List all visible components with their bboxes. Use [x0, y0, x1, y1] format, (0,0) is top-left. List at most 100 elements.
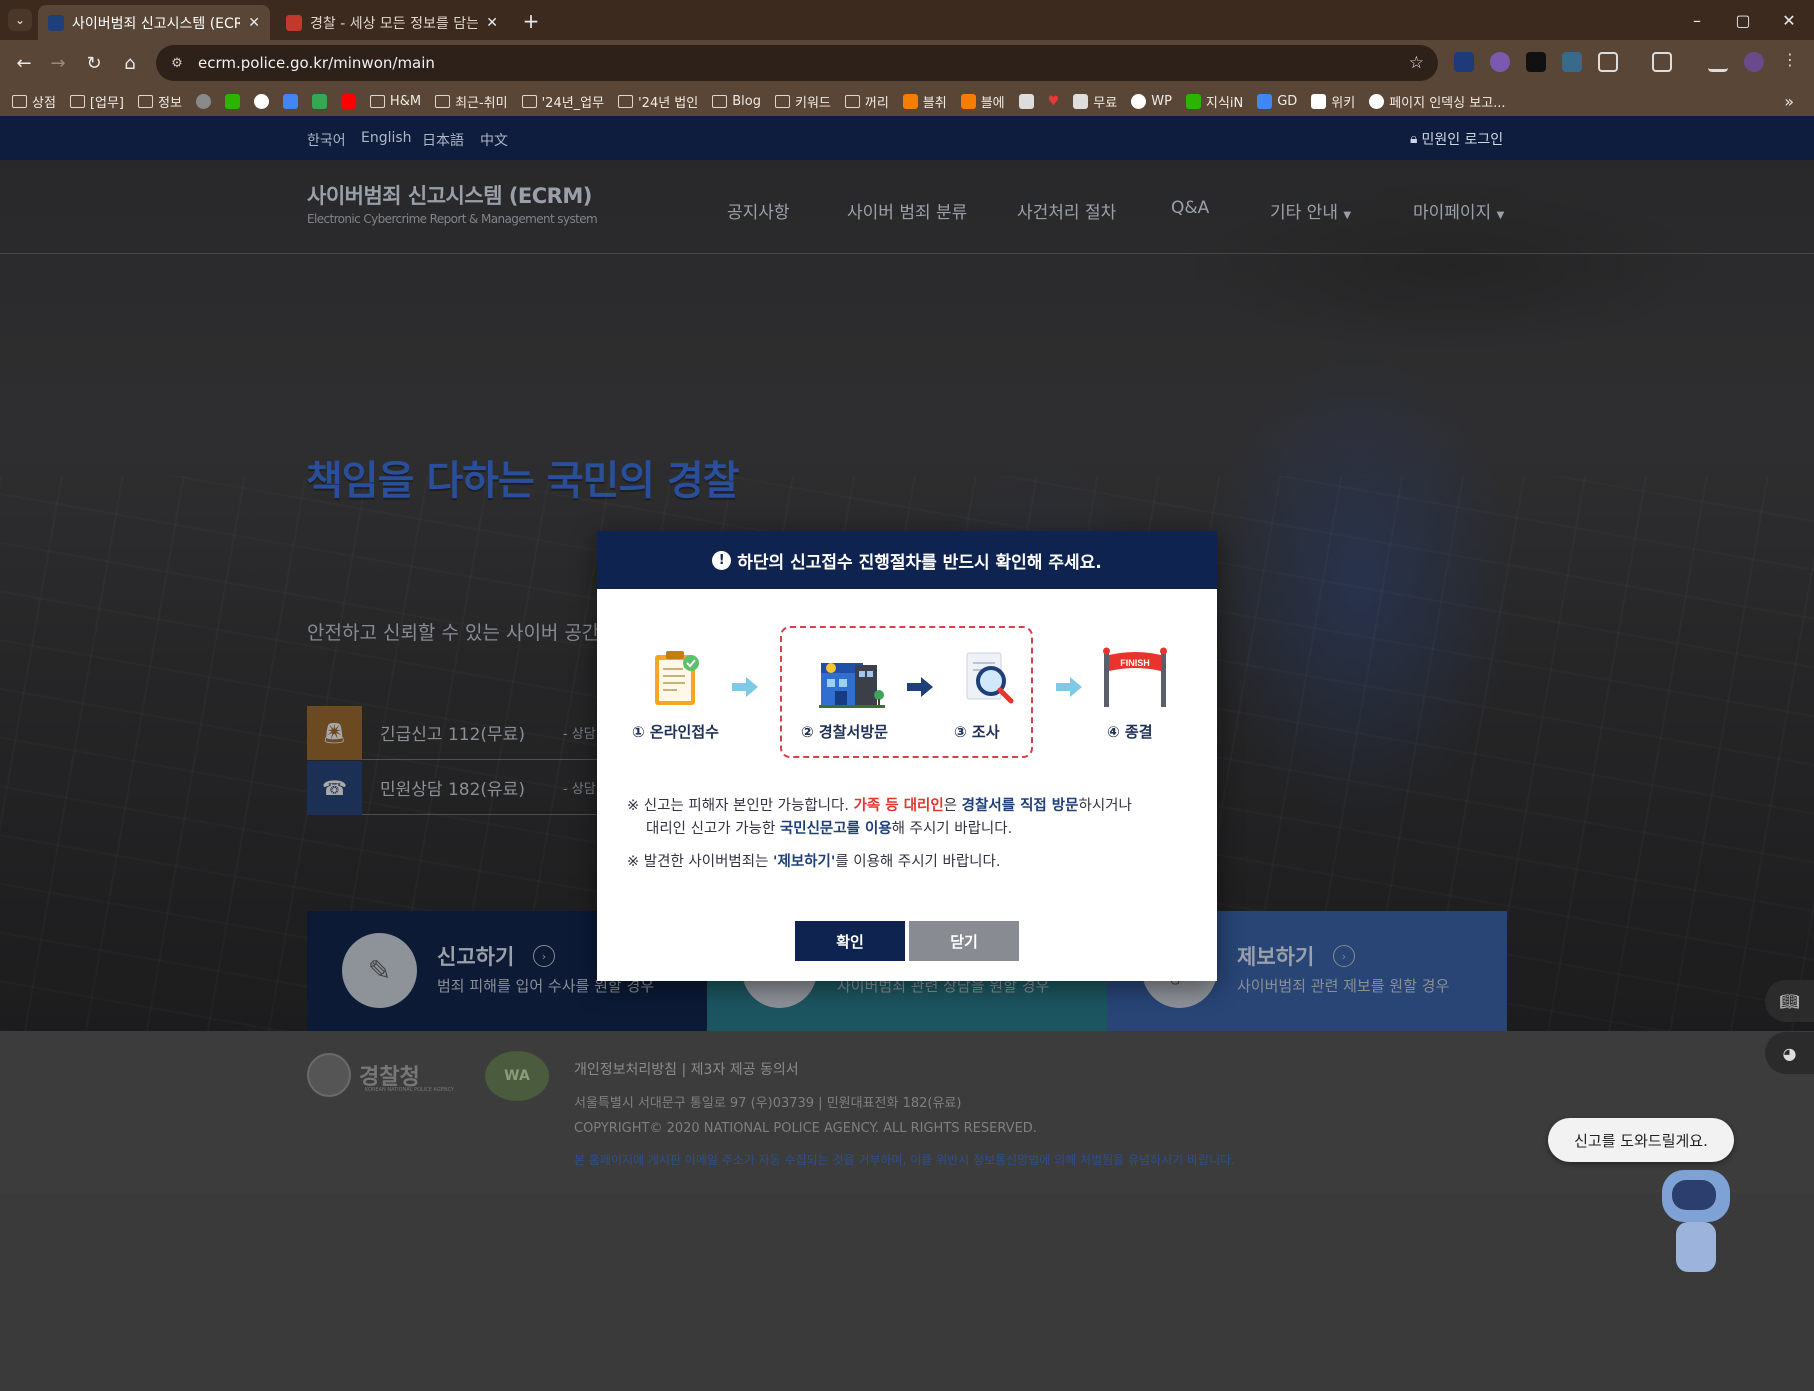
bookmark-folder[interactable]: '24년 법인: [618, 92, 698, 111]
footer-links[interactable]: 개인정보처리방침 | 제3자 제공 동의서: [574, 1059, 799, 1079]
extension-dark-icon[interactable]: [1526, 52, 1546, 72]
bookmark-blogger[interactable]: 블취: [902, 92, 947, 111]
note-emphasis: '제보하기': [773, 854, 836, 870]
exclamation-icon: !: [712, 550, 732, 570]
bookmark-label: 위키: [1331, 95, 1356, 111]
site-info-icon[interactable]: ⚙: [168, 54, 186, 72]
close-button[interactable]: 닫기: [909, 921, 1019, 961]
maximize-icon[interactable]: ▢: [1720, 6, 1766, 34]
site-title[interactable]: 사이버범죄 신고시스템 (ECRM): [307, 180, 592, 210]
bookmark-naver[interactable]: [224, 93, 240, 109]
hero-slogan: 책임을 다하는 국민의 경찰: [306, 458, 740, 504]
bookmark-translate[interactable]: [282, 93, 298, 109]
tab-police[interactable]: 경찰 - 세상 모든 정보를 담는 ✕: [276, 5, 508, 40]
bookmark-folder[interactable]: 키워드: [774, 92, 831, 111]
page-icon: [1073, 93, 1089, 109]
bookmark-free[interactable]: 무료: [1073, 92, 1117, 111]
extension-color-icon[interactable]: [1490, 52, 1510, 72]
home-icon[interactable]: ⌂: [116, 49, 144, 77]
bookmark-folder[interactable]: Blog: [712, 94, 761, 109]
close-tab-icon[interactable]: ✕: [248, 15, 260, 31]
app-icon: [311, 93, 327, 109]
chevron-right-icon: ›: [533, 945, 555, 967]
login-link[interactable]: 🔒︎ 민원인 로그인: [1410, 129, 1503, 149]
reading-list-side-button[interactable]: 📖︎: [1765, 980, 1814, 1022]
bookmark-indexing[interactable]: 페이지 인덱싱 보고...: [1369, 92, 1506, 111]
bookmark-folder[interactable]: 최근-취미: [435, 92, 508, 111]
bookmark-google[interactable]: [253, 93, 269, 109]
forward-icon[interactable]: →: [44, 49, 72, 77]
emergency-contact[interactable]: 🚨︎ 긴급신고 112(무료) - 상담: [307, 706, 597, 760]
address-bar[interactable]: ⚙ ecrm.police.go.kr/minwon/main ☆: [156, 45, 1438, 81]
note-tip: ※ 발견한 사이버범죄는 '제보하기'를 이용해 주시기 바랍니다.: [627, 851, 1197, 874]
tab-ecrm[interactable]: 사이버범죄 신고시스템 (ECRM) ✕: [38, 5, 270, 40]
back-icon[interactable]: ←: [10, 49, 38, 77]
nav-crime-categories[interactable]: 사이버 범죄 분류: [847, 198, 967, 223]
caret-down-icon: ▼: [1343, 210, 1352, 221]
bookmark-star-icon[interactable]: ☆: [1409, 53, 1424, 73]
bookmark-label: 상점: [32, 95, 56, 111]
lang-english[interactable]: English: [361, 130, 412, 146]
lang-korean[interactable]: 한국어: [307, 130, 346, 150]
reload-icon[interactable]: ↻: [80, 49, 108, 77]
lang-japanese[interactable]: 日本語: [422, 130, 464, 150]
color-picker-side-button[interactable]: ◕: [1765, 1032, 1814, 1074]
bookmark-label: WP: [1151, 93, 1172, 109]
extension-download-icon[interactable]: [1454, 52, 1474, 72]
extension-screen-icon[interactable]: [1562, 52, 1582, 72]
bookmark-app[interactable]: [311, 93, 327, 109]
note-text: 하시거나: [1078, 798, 1132, 814]
tab-search-button[interactable]: ⌄: [8, 9, 32, 31]
web-accessibility-mark-icon: WA: [485, 1051, 549, 1101]
nav-mypage[interactable]: 마이페이지 ▼: [1413, 198, 1504, 223]
bookmark-youtube[interactable]: [340, 93, 356, 109]
note-text: 대리인 신고가 가능한: [646, 821, 780, 837]
bookmark-folder[interactable]: '24년_업무: [521, 92, 604, 111]
folder-icon: [138, 94, 153, 108]
google-icon: [1369, 93, 1385, 109]
bookmark-globe[interactable]: [195, 93, 211, 109]
police-agency-logo: 경찰청 KOREAN NATIONAL POLICE AGENCY: [307, 1053, 454, 1097]
bookmark-wp[interactable]: WP: [1131, 93, 1172, 109]
bookmark-folder[interactable]: H&M: [369, 94, 421, 109]
bookmarks-overflow-icon[interactable]: »: [1784, 92, 1794, 111]
bookmark-page[interactable]: [1018, 93, 1034, 109]
site-subtitle: Electronic Cybercrime Report & Managemen…: [307, 212, 598, 226]
bookmark-folder[interactable]: 꺼리: [844, 92, 889, 111]
tab-title: 경찰 - 세상 모든 정보를 담는: [310, 15, 479, 32]
phone-icon: ☎: [307, 761, 362, 815]
folder-icon: [369, 94, 385, 108]
chatbot-robot-icon[interactable]: [1660, 1170, 1732, 1275]
extensions-puzzle-icon[interactable]: [1598, 52, 1618, 72]
new-tab-button[interactable]: +: [518, 8, 544, 34]
bookmark-blogger[interactable]: 블에: [960, 92, 1005, 111]
nav-qna[interactable]: Q&A: [1171, 198, 1209, 218]
nav-other-info[interactable]: 기타 안내 ▼: [1270, 198, 1351, 223]
clipboard-icon: [655, 651, 699, 705]
civil-contact[interactable]: ☎ 민원상담 182(유료) - 상담: [307, 761, 597, 815]
youtube-icon: [340, 93, 356, 109]
profile-avatar[interactable]: [1744, 52, 1764, 72]
chatbot-bubble[interactable]: 신고를 도와드릴게요.: [1548, 1118, 1734, 1162]
close-tab-icon[interactable]: ✕: [486, 15, 498, 31]
nav-notice[interactable]: 공지사항: [727, 198, 790, 223]
downloads-icon[interactable]: [1708, 52, 1728, 72]
minimize-icon[interactable]: –: [1674, 6, 1720, 34]
reading-mode-icon[interactable]: [1652, 52, 1672, 72]
close-window-icon[interactable]: ✕: [1766, 6, 1812, 34]
bookmark-folder[interactable]: [업무]: [69, 92, 124, 111]
lang-chinese[interactable]: 中文: [480, 130, 508, 150]
browser-menu-icon[interactable]: ⋮: [1782, 50, 1798, 70]
bookmark-folder[interactable]: 상점: [12, 92, 56, 111]
bookmark-kin[interactable]: 지식iN: [1185, 92, 1243, 111]
confirm-button[interactable]: 확인: [795, 921, 905, 961]
bookmark-folder[interactable]: 정보: [138, 92, 182, 111]
bookmark-wiki[interactable]: 위키: [1311, 92, 1355, 111]
bookmark-heart[interactable]: ♥: [1048, 94, 1060, 109]
bookmark-label: 꺼리: [864, 95, 889, 111]
arrow-right-icon: [1056, 677, 1082, 697]
tab-title: 사이버범죄 신고시스템 (ECRM): [72, 15, 241, 32]
step-online: ① 온라인접수: [632, 723, 719, 741]
bookmark-gd[interactable]: GD: [1257, 93, 1297, 109]
nav-case-procedure[interactable]: 사건처리 절차: [1017, 198, 1116, 223]
